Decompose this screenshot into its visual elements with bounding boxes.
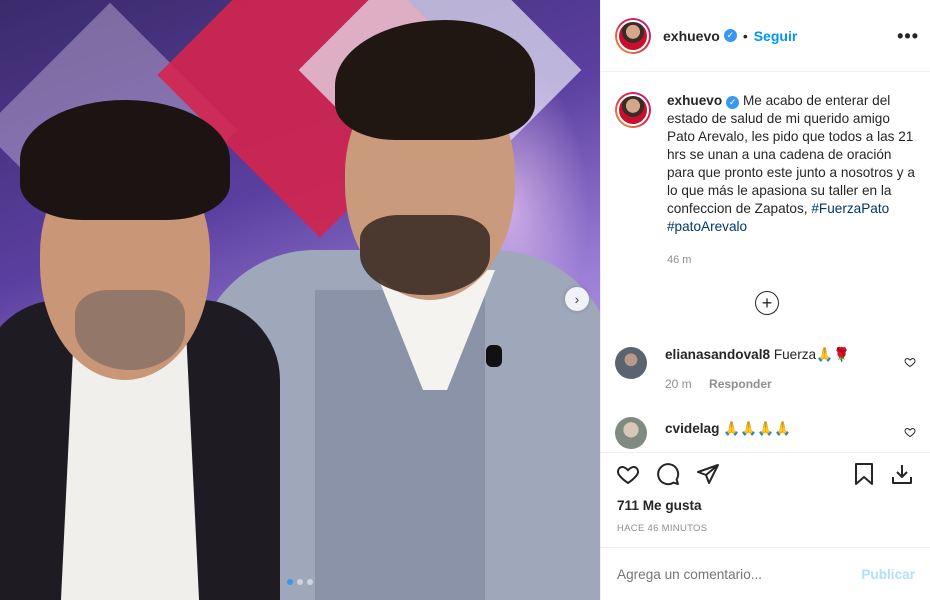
comment-meta: 20 m Responder bbox=[665, 377, 850, 391]
carousel-dot bbox=[307, 579, 313, 585]
caption-username[interactable]: exhuevo bbox=[667, 93, 722, 108]
person-left-hair bbox=[20, 100, 230, 220]
verified-badge-icon: ✓ bbox=[723, 29, 737, 42]
publish-button[interactable]: Publicar bbox=[861, 567, 915, 582]
hashtag-link[interactable]: #patoArevalo bbox=[667, 219, 747, 234]
header-separator: • bbox=[742, 27, 748, 44]
comment-username[interactable]: elianasandoval8 bbox=[665, 347, 770, 362]
like-comment-heart-icon[interactable] bbox=[904, 356, 916, 368]
like-comment-heart-icon[interactable] bbox=[904, 426, 916, 438]
share-button[interactable] bbox=[695, 461, 721, 487]
comment-text: Fuerza🙏🌹 bbox=[773, 347, 850, 362]
share-icon bbox=[697, 464, 719, 484]
reply-button[interactable]: Responder bbox=[709, 377, 772, 391]
action-icons bbox=[615, 461, 721, 487]
more-options-icon[interactable]: ••• bbox=[897, 26, 919, 47]
action-icons-right bbox=[851, 461, 915, 487]
comment-item: elianasandoval8 Fuerza🙏🌹 20 m Responder bbox=[615, 347, 920, 391]
comment-button[interactable] bbox=[655, 461, 681, 487]
post-photo[interactable]: › bbox=[0, 0, 600, 600]
plus-icon: + bbox=[761, 293, 773, 313]
comment-time[interactable]: 20 m bbox=[665, 377, 692, 391]
carousel-next-button[interactable]: › bbox=[565, 287, 589, 311]
person-left-beard bbox=[75, 290, 185, 370]
comment-username[interactable]: cvidelag bbox=[665, 421, 719, 436]
person-right-beard bbox=[360, 215, 490, 295]
comment-form: Publicar bbox=[601, 547, 930, 600]
avatar[interactable] bbox=[615, 92, 651, 128]
instagram-post: › exhuevo ✓ • Seguir ••• exhuevo ✓ Me aca… bbox=[0, 0, 930, 600]
post-side-panel: exhuevo ✓ • Seguir ••• exhuevo ✓ Me acabo… bbox=[600, 0, 930, 600]
chevron-right-icon: › bbox=[574, 291, 580, 307]
comment-body: elianasandoval8 Fuerza🙏🌹 20 m Responder bbox=[665, 347, 850, 391]
bookmark-icon bbox=[855, 463, 873, 485]
avatar[interactable] bbox=[615, 347, 647, 379]
caption-time[interactable]: 46 m bbox=[667, 254, 691, 266]
save-button[interactable] bbox=[851, 461, 877, 487]
comment-input[interactable] bbox=[617, 567, 862, 582]
caption-body: Me acabo de enterar del estado de salud … bbox=[667, 93, 915, 216]
download-icon bbox=[892, 465, 912, 484]
post-timestamp[interactable]: HACE 46 MINUTOS bbox=[617, 523, 707, 534]
post-caption: exhuevo ✓ Me acabo de enterar del estado … bbox=[615, 92, 920, 236]
avatar[interactable] bbox=[615, 417, 647, 449]
like-button[interactable] bbox=[615, 461, 641, 487]
post-header: exhuevo ✓ • Seguir ••• bbox=[601, 0, 930, 72]
comment-text: 🙏🙏🙏🙏 bbox=[723, 421, 791, 436]
comment-icon bbox=[657, 463, 680, 486]
download-button[interactable] bbox=[889, 461, 915, 487]
post-actions: 711 Me gusta HACE 46 MINUTOS Publicar bbox=[601, 452, 930, 600]
comment-body: cvidelag 🙏🙏🙏🙏 bbox=[665, 417, 791, 449]
hashtag-link[interactable]: #FuerzaPato bbox=[811, 201, 889, 216]
header-username[interactable]: exhuevo bbox=[663, 28, 720, 44]
comment-item: cvidelag 🙏🙏🙏🙏 bbox=[615, 417, 920, 449]
carousel-dot bbox=[297, 579, 303, 585]
verified-badge-icon: ✓ bbox=[726, 95, 740, 109]
avatar[interactable] bbox=[615, 17, 651, 54]
lapel-microphone bbox=[486, 345, 502, 367]
likes-count[interactable]: 711 Me gusta bbox=[617, 498, 702, 513]
carousel-indicator bbox=[287, 579, 313, 585]
caption-text: exhuevo ✓ Me acabo de enterar del estado … bbox=[667, 92, 920, 236]
load-more-comments-button[interactable]: + bbox=[755, 291, 779, 315]
follow-button[interactable]: Seguir bbox=[754, 28, 798, 44]
carousel-dot bbox=[287, 579, 293, 585]
heart-icon bbox=[617, 465, 639, 485]
